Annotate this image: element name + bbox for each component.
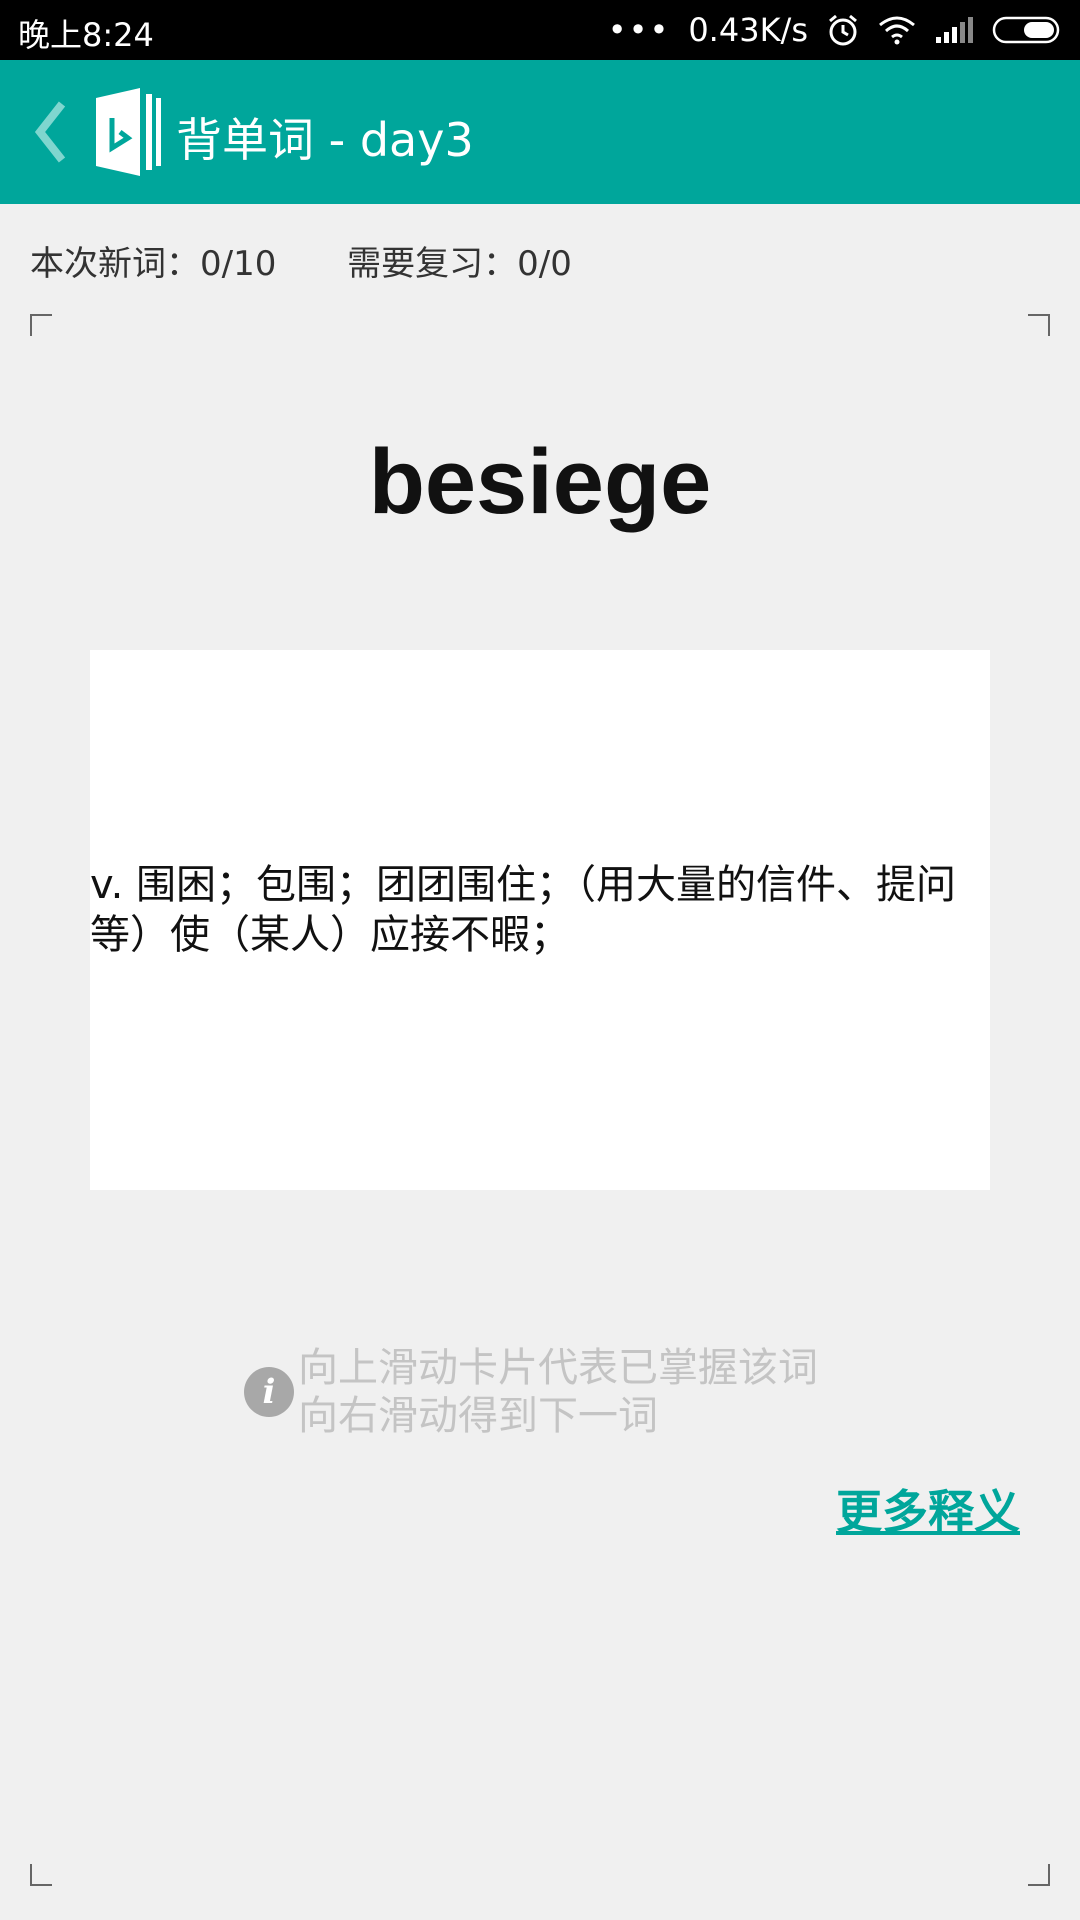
corner-mark-top-left (30, 314, 52, 336)
corner-mark-bottom-right (1028, 1864, 1050, 1886)
page-title: 背单词 - day3 (176, 113, 474, 167)
vocabulary-word[interactable]: besiege (0, 430, 1080, 535)
app-bar: 背单词 - day3 (0, 60, 1080, 204)
swipe-hint: i 向上滑动卡片代表已掌握该词 向右滑动得到下一词 (244, 1344, 818, 1440)
more-definitions-link[interactable]: 更多释义 (836, 1476, 1020, 1542)
app-logo-icon (96, 88, 161, 176)
status-bar: 晚上8:24 ••• 0.43K/s (0, 0, 1080, 60)
status-icons: ••• 0.43K/s (608, 8, 1064, 52)
definition-card[interactable]: v. 围困；包围；团团围住；（用大量的信件、提问等）使（某人）应接不暇； (90, 650, 990, 1190)
more-dots: ••• (607, 11, 671, 49)
info-icon: i (244, 1367, 294, 1417)
corner-mark-top-right (1028, 314, 1050, 336)
hint-line-1: 向上滑动卡片代表已掌握该词 (298, 1345, 818, 1391)
status-time: 晚上8:24 (18, 16, 154, 54)
battery-icon (992, 16, 1060, 44)
corner-mark-bottom-left (30, 1864, 52, 1886)
alarm-icon (829, 14, 857, 46)
new-words-counter: 本次新词：0/10 (30, 244, 277, 284)
hint-line-2: 向右滑动得到下一词 (298, 1393, 658, 1439)
hint-text: 向上滑动卡片代表已掌握该词 向右滑动得到下一词 (298, 1344, 818, 1440)
progress-counters: 本次新词：0/10 需要复习：0/0 (30, 236, 632, 285)
back-icon[interactable] (28, 96, 72, 168)
wifi-icon (879, 16, 915, 45)
review-counter: 需要复习：0/0 (347, 244, 572, 284)
signal-icon (936, 17, 973, 43)
network-speed: 0.43K/s (688, 11, 808, 49)
definition-text: v. 围困；包围；团团围住；（用大量的信件、提问等）使（某人）应接不暇； (90, 862, 956, 958)
